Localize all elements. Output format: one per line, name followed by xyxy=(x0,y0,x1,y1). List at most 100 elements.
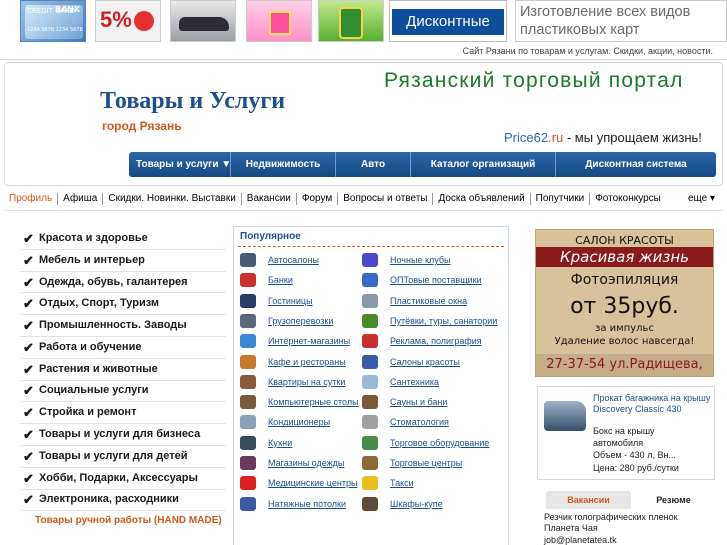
popular-link[interactable]: Кухни xyxy=(268,438,292,448)
handmade-link[interactable]: Товары ручной работы (HAND MADE) xyxy=(35,515,222,526)
subnav-discounts[interactable]: Скидки. Новинки. Выставки xyxy=(102,193,240,205)
brand-tld: .ru xyxy=(548,130,564,145)
check-icon: ✔ xyxy=(23,230,34,246)
popular-link[interactable]: Торговые центры xyxy=(390,458,462,468)
category-item[interactable]: ✔ Хобби, Подарки, Аксессуары xyxy=(20,468,226,490)
gift-banner[interactable] xyxy=(246,0,312,42)
popular-link[interactable]: Автосалоны xyxy=(268,255,319,265)
category-icon xyxy=(240,476,256,491)
popular-link[interactable]: Стоматология xyxy=(390,417,449,427)
check-icon: ✔ xyxy=(23,339,34,355)
popular-link[interactable]: Салоны красоты xyxy=(390,357,460,367)
popular-link[interactable]: Пластиковые окна xyxy=(390,296,467,306)
nav-goods-services[interactable]: Товары и услуги ▼ xyxy=(129,152,231,177)
popular-link[interactable]: Квартиры на сутки xyxy=(268,377,345,387)
tagline-bar: Сайт Рязани по товарам и услугам. Скидки… xyxy=(0,42,727,60)
nav-catalog[interactable]: Каталог организаций xyxy=(411,152,556,177)
category-item[interactable]: ✔ Социальные услуги xyxy=(20,381,226,403)
popular-link[interactable]: Шкафы-купе xyxy=(390,499,443,509)
nav-discount-system[interactable]: Дисконтная система xyxy=(556,152,716,177)
popular-link[interactable]: Реклама, полиграфия xyxy=(390,336,482,346)
subnav-photo-contests[interactable]: Фотоконкурсы xyxy=(589,193,666,205)
tab-vacancies[interactable]: Вакансии xyxy=(546,491,631,509)
card-type-label: CREDIT CARD xyxy=(27,7,76,15)
subnav-vacancies[interactable]: Вакансии xyxy=(240,193,296,205)
popular-link[interactable]: Магазины одежды xyxy=(268,458,344,468)
popular-box: Популярное Автосалоны Банки Гостиницы Грузо… xyxy=(233,226,509,545)
subnav-board[interactable]: Доска объявлений xyxy=(432,193,529,205)
popular-link[interactable]: Кафе и рестораны xyxy=(268,357,346,367)
category-icon xyxy=(362,313,378,328)
subnav-forum[interactable]: Форум xyxy=(295,193,337,205)
popular-link[interactable]: Торговое оборудование xyxy=(390,438,489,448)
product-title[interactable]: Прокат багажника на крышу Discovery Clas… xyxy=(593,393,711,415)
subnav-profile[interactable]: Профиль xyxy=(8,193,57,205)
tab-resume[interactable]: Резюме xyxy=(631,491,716,509)
category-label: Мебель и интерьер xyxy=(39,253,145,266)
category-label: Красота и здоровье xyxy=(39,231,148,244)
slogan-text: - мы упрощаем жизнь! xyxy=(563,130,702,145)
category-item[interactable]: ✔ Товары и услуги для детей xyxy=(20,446,226,468)
category-item[interactable]: ✔ Растения и животные xyxy=(20,359,226,381)
plastic-cards-text: Изготовление всех видов пластиковых карт xyxy=(520,4,691,38)
popular-link[interactable]: Грузоперевозки xyxy=(268,316,333,326)
category-icon xyxy=(362,334,378,349)
check-icon: ✔ xyxy=(23,274,34,290)
plastic-cards-banner[interactable]: Изготовление всех видов пластиковых карт xyxy=(515,0,727,42)
category-item[interactable]: ✔ Красота и здоровье xyxy=(20,228,226,250)
site-logo-title[interactable]: Товары и Услуги xyxy=(100,88,285,115)
check-icon: ✔ xyxy=(23,448,34,464)
popular-link[interactable]: Кондиционеры xyxy=(268,417,330,427)
discount-5-banner[interactable]: 5% xyxy=(95,0,161,42)
category-item[interactable]: ✔ Мебель и интерьер xyxy=(20,250,226,272)
category-icon xyxy=(362,476,378,491)
category-item[interactable]: ✔ Отдых, Спорт, Туризм xyxy=(20,293,226,316)
popular-link[interactable]: Медицинские центры xyxy=(268,478,357,488)
beauty-salon-ad[interactable]: САЛОН КРАСОТЫ Красивая жизнь Фотоэпиляци… xyxy=(535,229,714,377)
check-icon: ✔ xyxy=(23,361,34,377)
popular-link[interactable]: Сауны и бани xyxy=(390,397,447,407)
popular-title: Популярное xyxy=(240,231,301,242)
bank-card-banner[interactable]: BANK CREDIT CARD 1234 5678 1234 5678 xyxy=(20,0,86,42)
drink-banner[interactable] xyxy=(318,0,384,42)
category-label: Растения и животные xyxy=(39,362,158,375)
nav-auto[interactable]: Авто xyxy=(336,152,411,177)
category-item[interactable]: ✔ Товары и услуги для бизнеса xyxy=(20,424,226,446)
category-item[interactable]: ✔ Промышленность. Заводы xyxy=(20,315,226,337)
category-item[interactable]: ✔ Электроника, расходники xyxy=(20,490,226,512)
popular-link[interactable]: Путёвки, туры, санатории xyxy=(390,316,497,326)
popular-link[interactable]: Такси xyxy=(390,478,414,488)
subnav-afisha[interactable]: Афиша xyxy=(57,193,102,205)
ad-line-6: Удаление волос навсегда! xyxy=(554,336,695,347)
subnav-more[interactable]: еще ▾ xyxy=(683,193,720,205)
category-item[interactable]: ✔ Стройка и ремонт xyxy=(20,402,226,425)
popular-link[interactable]: Натяжные потолки xyxy=(268,499,346,509)
popular-link[interactable]: Компьютерные столы xyxy=(268,397,359,407)
discount-cards-label: Дисконтные xyxy=(392,9,504,35)
vacancy-title[interactable]: Резчик голографических пленок xyxy=(544,512,714,523)
brand-name[interactable]: Price62 xyxy=(504,130,548,145)
category-icon xyxy=(362,395,378,410)
nav-real-estate[interactable]: Недвижимость xyxy=(231,152,336,177)
popular-link[interactable]: Банки xyxy=(268,275,293,285)
product-desc: Бокс на крышу xyxy=(593,426,655,436)
roof-box-image[interactable] xyxy=(544,401,586,431)
discount-cards-banner[interactable]: Дисконтные xyxy=(389,0,507,42)
popular-link[interactable]: Гостиницы xyxy=(268,296,313,306)
check-icon: ✔ xyxy=(23,405,34,421)
subnav-rideshare[interactable]: Попутчики xyxy=(529,193,590,205)
popular-link[interactable]: Интернет-магазины xyxy=(268,336,350,346)
product-card[interactable]: Прокат багажника на крышу Discovery Clas… xyxy=(537,386,715,480)
car-banner[interactable] xyxy=(170,0,236,42)
check-icon: ✔ xyxy=(23,383,34,399)
category-label: Работа и обучение xyxy=(39,340,142,353)
check-icon: ✔ xyxy=(23,492,34,508)
category-icon xyxy=(362,273,378,288)
category-item[interactable]: ✔ Одежда, обувь, галантерея xyxy=(20,272,226,294)
popular-link[interactable]: ОПТовые поставщики xyxy=(390,275,482,285)
popular-link[interactable]: Ночные клубы xyxy=(390,255,450,265)
popular-link[interactable]: Сантехника xyxy=(390,377,439,387)
discount-percent: 5% xyxy=(100,7,132,32)
subnav-qa[interactable]: Вопросы и ответы xyxy=(337,193,432,205)
category-item[interactable]: ✔ Работа и обучение xyxy=(20,337,226,359)
